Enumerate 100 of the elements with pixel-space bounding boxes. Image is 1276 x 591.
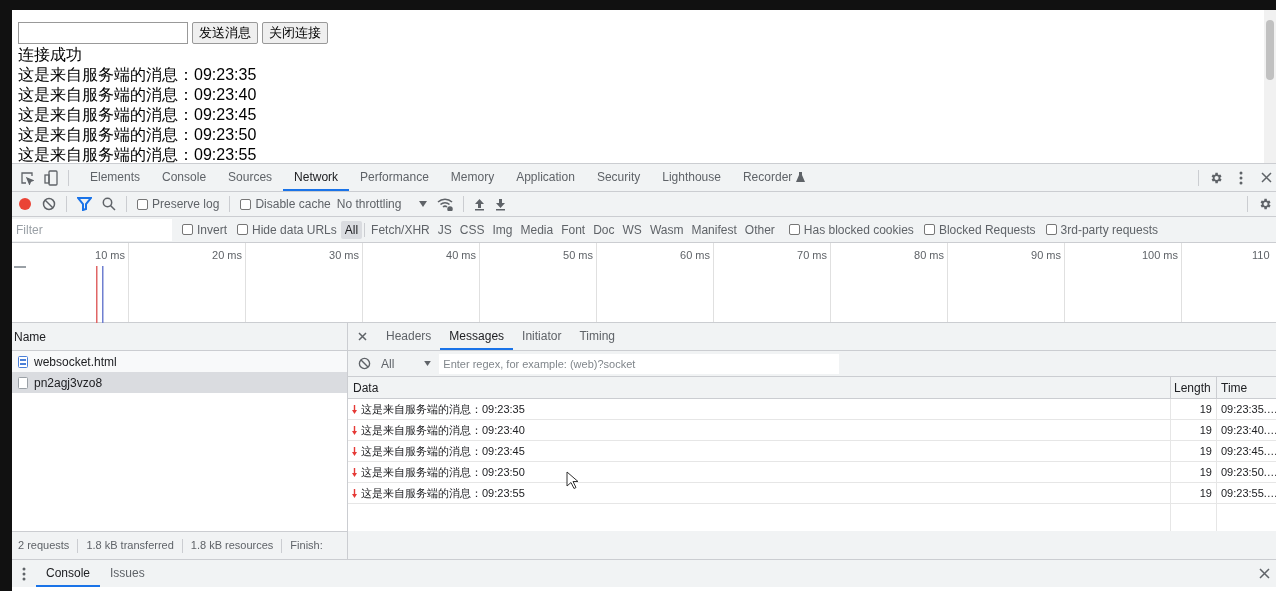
message-row[interactable]: 这是来自服务端的消息：09:23:35 19 09:23:35.… [348,399,1276,420]
message-line: 这是来自服务端的消息：09:23:50 [18,125,257,145]
tick-label: 100 ms [1141,248,1178,263]
checkbox[interactable]: Preserve log [137,195,220,213]
message-type-select[interactable]: All [379,354,432,373]
settings-icon[interactable] [1258,197,1272,211]
detail-tab[interactable]: Headers [377,323,441,350]
caret-icon [424,361,432,366]
document-icon [18,355,28,368]
devtools-tab[interactable]: Memory [439,164,506,191]
type-filter[interactable]: All [340,220,363,239]
search-icon[interactable] [102,197,116,211]
download-icon[interactable] [495,197,507,211]
throttling-select[interactable]: No throttling [336,195,428,213]
column-header[interactable]: Data [348,377,1170,398]
drawer-tab[interactable]: Issues [100,560,155,587]
tick-label: 30 ms [329,248,359,263]
type-filter[interactable]: Img [488,220,517,239]
message-time: 09:23:40.… [1216,420,1276,440]
cursor-icon [566,471,578,489]
devtools-tab[interactable]: Recorder [731,164,817,191]
devtools-tab[interactable]: Security [585,164,652,191]
message-length: 19 [1170,483,1216,503]
page-button[interactable]: 关闭连接 [262,22,328,44]
message-time: 09:23:50.… [1216,462,1276,482]
message-length: 19 [1170,399,1216,419]
record-icon[interactable] [18,197,32,211]
column-header[interactable]: Time [1216,377,1276,398]
column-header[interactable]: Length [1170,377,1216,398]
inspect-icon[interactable] [20,170,34,185]
close-icon[interactable] [358,332,367,341]
devtools-tab[interactable]: Sources [217,164,284,191]
message-row[interactable]: 这是来自服务端的消息：09:23:40 19 09:23:40.… [348,420,1276,441]
message-length: 19 [1170,441,1216,461]
tick-label: 70 ms [797,248,827,263]
type-filter[interactable]: Doc [589,220,619,239]
wifi-icon[interactable] [437,197,454,211]
request-row[interactable]: pn2agj3vzo8 [12,372,347,393]
message-line: 连接成功 [18,45,82,65]
message-time: 09:23:55.… [1216,483,1276,503]
message-data: 这是来自服务端的消息：09:23:55 [361,485,525,501]
type-filter[interactable]: Font [557,220,590,239]
page-button[interactable]: 发送消息 [192,22,258,44]
message-row[interactable]: 这是来自服务端的消息：09:23:45 19 09:23:45.… [348,441,1276,462]
clear-icon[interactable] [358,357,371,370]
message-data: 这是来自服务端的消息：09:23:35 [361,401,525,417]
filter-icon[interactable] [77,197,92,211]
message-row[interactable]: 这是来自服务端的消息：09:23:55 19 09:23:55.… [348,483,1276,504]
tick-label: 60 ms [680,248,710,263]
message-line: 这是来自服务端的消息：09:23:55 [18,145,257,163]
message-length: 19 [1170,420,1216,440]
filter-input[interactable]: Filter [12,218,172,241]
devtools-tab[interactable]: Console [151,164,218,191]
type-filter[interactable]: WS [618,220,646,239]
close-icon[interactable] [1259,568,1270,579]
summary-text: 1.8 kB transferred [86,538,174,554]
message-line: 这是来自服务端的消息：09:23:40 [18,85,257,105]
type-filter[interactable]: Other [740,220,779,239]
request-row[interactable]: websocket.html [12,351,347,372]
arrow-down-icon [352,425,357,435]
more-icon[interactable] [1239,170,1243,185]
checkbox[interactable]: Blocked Requests [923,220,1036,239]
upload-icon[interactable] [474,197,486,211]
type-filter[interactable]: Media [516,220,558,239]
scrollbar[interactable] [1264,10,1276,163]
message-line: 这是来自服务端的消息：09:23:45 [18,105,257,125]
tick-label: 80 ms [914,248,944,263]
devtools-tab[interactable]: Lighthouse [651,164,732,191]
tick-label: 110 [1252,248,1270,263]
devtools-tab[interactable]: Elements [79,164,152,191]
checkbox[interactable]: 3rd-party requests [1045,220,1158,239]
checkbox[interactable]: Disable cache [240,195,331,213]
column-header[interactable]: Name [12,323,347,351]
close-icon[interactable] [1261,172,1272,183]
tick-label: 90 ms [1031,248,1061,263]
message-data: 这是来自服务端的消息：09:23:45 [361,443,525,459]
devtools-tab[interactable]: Application [505,164,586,191]
devtools-tab[interactable]: Performance [349,164,440,191]
message-data: 这是来自服务端的消息：09:23:50 [361,464,525,480]
type-filter[interactable]: Wasm [645,220,688,239]
clear-icon[interactable] [42,197,56,211]
device-icon[interactable] [44,169,58,186]
tick-label: 10 ms [95,248,125,263]
regex-input[interactable]: Enter regex, for example: (web)?socket [439,353,840,374]
checkbox[interactable]: Invert [182,220,227,239]
message-input[interactable] [18,22,188,44]
more-icon[interactable] [22,566,26,581]
file-icon [18,376,28,389]
detail-tab[interactable]: Timing [570,323,624,350]
checkbox[interactable]: Has blocked cookies [788,220,914,239]
arrow-down-icon [352,467,357,477]
type-filter[interactable]: Fetch/XHR [367,220,434,239]
detail-tab[interactable]: Initiator [513,323,571,350]
type-filter[interactable]: CSS [455,220,489,239]
caret-icon [419,201,428,207]
message-row[interactable]: 这是来自服务端的消息：09:23:50 19 09:23:50.… [348,462,1276,483]
type-filter[interactable]: Manifest [687,220,741,239]
settings-icon[interactable] [1209,170,1223,185]
checkbox[interactable]: Hide data URLs [237,220,337,239]
type-filter[interactable]: JS [433,220,456,239]
